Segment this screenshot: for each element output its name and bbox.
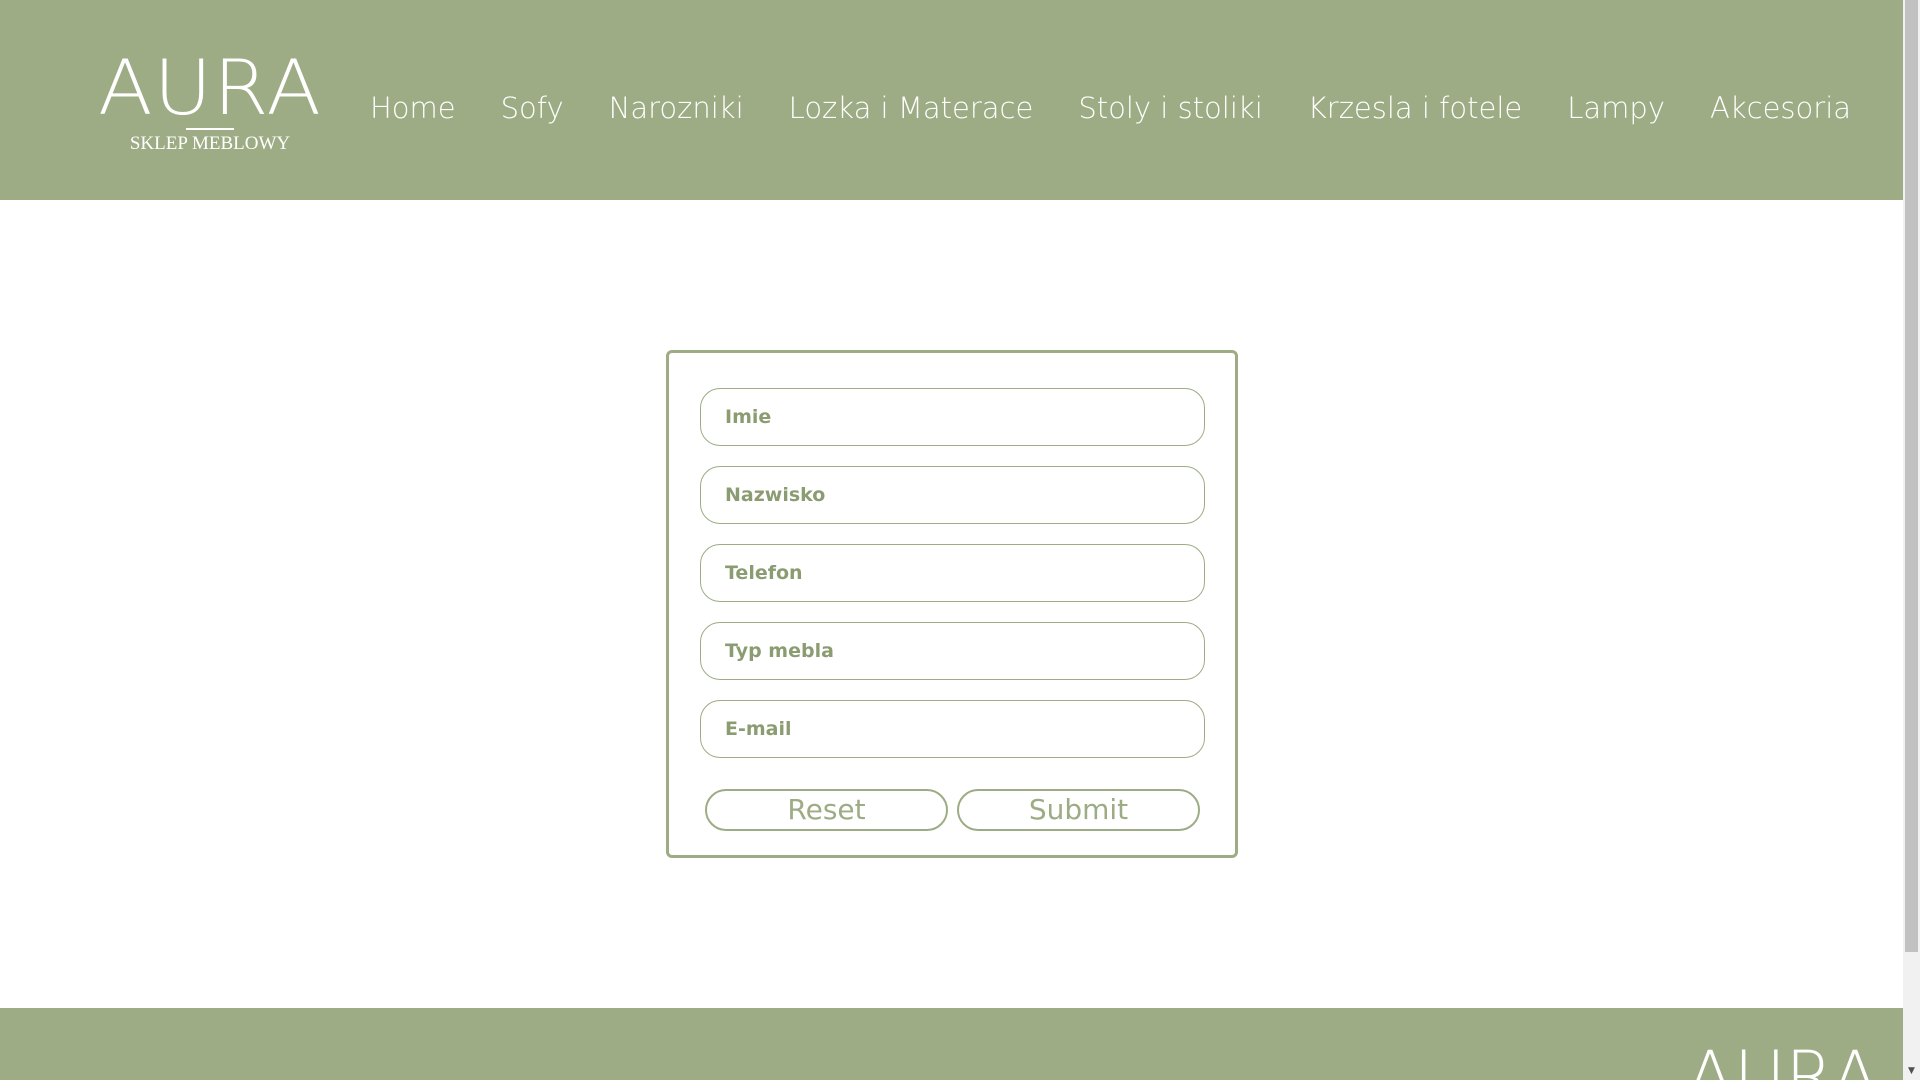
order-form: Reset Submit (666, 350, 1238, 858)
nav-item-lozka-i-materace[interactable]: Lozka i Materace (789, 91, 1034, 125)
submit-button[interactable]: Submit (957, 789, 1200, 831)
last-name-input[interactable] (700, 466, 1205, 524)
site-logo[interactable]: AURA SKLEP MEBLOWY (98, 48, 321, 158)
nav-item-stoly-i-stoliki[interactable]: Stoly i stoliki (1078, 91, 1262, 125)
logo-tagline: SKLEP MEBLOWY (129, 133, 291, 154)
phone-input[interactable] (700, 544, 1205, 602)
vertical-scrollbar[interactable]: ▼ (1903, 0, 1920, 1080)
site-header: AURA SKLEP MEBLOWY Home Sofy Narozniki L… (0, 0, 1903, 200)
email-input[interactable] (700, 700, 1205, 758)
nav-item-home[interactable]: Home (370, 91, 456, 125)
scroll-down-arrow-icon[interactable]: ▼ (1903, 1063, 1920, 1080)
footer-logo: AURA (1686, 1036, 1879, 1080)
nav-item-narozniki[interactable]: Narozniki (609, 91, 744, 125)
scrollbar-thumb[interactable] (1905, 0, 1918, 952)
furniture-type-input[interactable] (700, 622, 1205, 680)
nav-item-lampy[interactable]: Lampy (1567, 91, 1665, 125)
site-footer: AURA (0, 1008, 1903, 1080)
nav-item-akcesoria[interactable]: Akcesoria (1710, 91, 1851, 125)
logo-wordmark: AURA (97, 43, 323, 132)
first-name-input[interactable] (700, 388, 1205, 446)
page: AURA SKLEP MEBLOWY Home Sofy Narozniki L… (0, 0, 1920, 1080)
nav-item-krzesla-i-fotele[interactable]: Krzesla i fotele (1308, 91, 1523, 125)
main-nav: Home Sofy Narozniki Lozka i Materace Sto… (370, 88, 1851, 128)
reset-button[interactable]: Reset (705, 789, 948, 831)
nav-item-sofy[interactable]: Sofy (501, 91, 564, 125)
